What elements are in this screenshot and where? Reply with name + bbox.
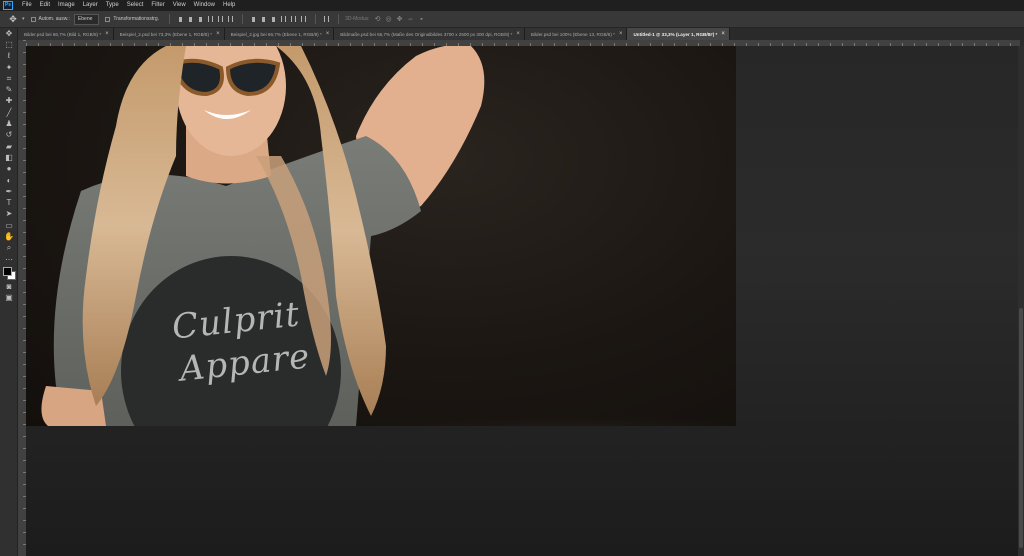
tab-label: Bildmaße.psd bei 66,7% (Maße des Origina… bbox=[340, 31, 513, 37]
divider bbox=[169, 14, 171, 24]
tab-label: Beispiel_2.jpg bei 66,7% (Ebene 1, RGB/8… bbox=[230, 31, 322, 37]
dodge-icon[interactable]: ◐ bbox=[0, 175, 18, 186]
divider bbox=[242, 14, 244, 24]
divider bbox=[315, 14, 317, 24]
align-horizontal-center-icon[interactable] bbox=[216, 15, 224, 24]
auto-select-dropdown[interactable]: Ebene bbox=[73, 13, 100, 25]
distribute-bottom-icon[interactable] bbox=[269, 15, 277, 24]
distribute-left-icon[interactable] bbox=[279, 15, 287, 24]
align-left-icon[interactable] bbox=[206, 15, 214, 24]
transform-controls-label: Transformationsstrg. bbox=[113, 16, 160, 22]
clone-stamp-icon[interactable]: ♟ bbox=[0, 118, 18, 129]
move-icon[interactable]: ✥ bbox=[4, 13, 22, 26]
menu-layer[interactable]: Layer bbox=[79, 0, 102, 11]
blur-icon[interactable]: ● bbox=[0, 164, 18, 175]
brush-icon[interactable]: ╱ bbox=[0, 107, 18, 118]
tools-panel: ✥ ⬚ ℓ ✦ ⌗ ✎ ✚ ╱ ♟ ↺ ▰ ◧ ● ◐ ✒ T ➤ ▭ ✋ ⌕ … bbox=[0, 28, 18, 556]
3d-rotate-icon[interactable]: ⟲ bbox=[374, 15, 382, 23]
history-brush-icon[interactable]: ↺ bbox=[0, 130, 18, 141]
3d-scale-icon[interactable]: ▪ bbox=[418, 15, 426, 23]
gradient-icon[interactable]: ◧ bbox=[0, 152, 18, 163]
foreground-color-swatch[interactable] bbox=[3, 267, 12, 277]
marquee-icon[interactable]: ⬚ bbox=[0, 39, 18, 50]
eyedropper-icon[interactable]: ✎ bbox=[0, 84, 18, 95]
auto-select-label: Autom. ausw.: bbox=[38, 16, 70, 22]
auto-select-checkbox[interactable] bbox=[30, 16, 36, 22]
close-icon[interactable]: × bbox=[721, 31, 725, 37]
photoshop-logo: Ps bbox=[3, 1, 13, 10]
align-vertical-center-icon[interactable] bbox=[186, 15, 194, 24]
auto-align-icon[interactable] bbox=[322, 15, 330, 24]
move-icon[interactable]: ✥ bbox=[0, 28, 18, 39]
scrollbar-thumb[interactable] bbox=[1019, 308, 1023, 548]
3d-mode-label: 3D-Modus: bbox=[345, 16, 370, 22]
close-icon[interactable]: × bbox=[326, 31, 330, 37]
menu-edit[interactable]: Edit bbox=[36, 0, 54, 11]
tab-untitled-1[interactable]: Untitled-1 @ 33,3% (Layer 1, RGB/8#) * × bbox=[627, 28, 730, 40]
tab-label: Bilder.psd bei 100% (Ebene 13, RGB/8) * bbox=[530, 31, 615, 37]
3d-slide-icon[interactable]: ⇔ bbox=[407, 15, 415, 23]
tab-bilder-psd-100[interactable]: Bilder.psd bei 100% (Ebene 13, RGB/8) * … bbox=[524, 28, 628, 40]
zoom-icon[interactable]: ⌕ bbox=[0, 243, 18, 254]
align-top-icon[interactable] bbox=[176, 15, 184, 24]
screen-mode-icon[interactable]: ▣ bbox=[0, 293, 18, 304]
close-icon[interactable]: × bbox=[516, 31, 520, 37]
tab-label: Untitled-1 @ 33,3% (Layer 1, RGB/8#) * bbox=[633, 31, 718, 37]
transform-controls-checkbox[interactable] bbox=[105, 16, 111, 22]
distribute-vertical-center-icon[interactable] bbox=[259, 15, 267, 24]
align-right-icon[interactable] bbox=[226, 15, 234, 24]
color-swatches[interactable] bbox=[0, 265, 18, 281]
options-bar: ✥ ▾ Autom. ausw.: Ebene Transformationss… bbox=[0, 11, 1024, 28]
tab-label: Bilder.psd bei 66,7% (Bild 1, RGB/8) * bbox=[24, 31, 102, 37]
tab-bildmasse-psd[interactable]: Bildmaße.psd bei 66,7% (Maße des Origina… bbox=[334, 28, 525, 40]
menu-select[interactable]: Select bbox=[123, 0, 148, 11]
pen-icon[interactable]: ✒ bbox=[0, 186, 18, 197]
align-bottom-icon[interactable] bbox=[196, 15, 204, 24]
healing-brush-icon[interactable]: ✚ bbox=[0, 96, 18, 107]
menu-help[interactable]: Help bbox=[219, 0, 239, 11]
tab-beispiel-2-jpg[interactable]: Beispiel_2.jpg bei 66,7% (Ebene 1, RGB/8… bbox=[224, 28, 335, 40]
hand-icon[interactable]: ✋ bbox=[0, 231, 18, 242]
crop-icon[interactable]: ⌗ bbox=[0, 73, 18, 84]
3d-roll-icon[interactable]: ◎ bbox=[385, 15, 393, 23]
menu-image[interactable]: Image bbox=[54, 0, 79, 11]
more-tools-icon[interactable]: ⋯ bbox=[0, 254, 18, 265]
menu-type[interactable]: Type bbox=[102, 0, 123, 11]
close-icon[interactable]: × bbox=[619, 31, 623, 37]
distribute-horizontal-center-icon[interactable] bbox=[289, 15, 297, 24]
magic-wand-icon[interactable]: ✦ bbox=[0, 62, 18, 73]
divider bbox=[338, 14, 340, 24]
menu-view[interactable]: View bbox=[169, 0, 190, 11]
tab-beispiel-2-psd[interactable]: Beispiel_2.psd bei 73,3% (Ebene 1, RGB/8… bbox=[113, 28, 225, 40]
auto-select-value: Ebene bbox=[77, 16, 93, 22]
chevron-down-icon[interactable]: ▾ bbox=[22, 16, 25, 22]
type-icon[interactable]: T bbox=[0, 197, 18, 208]
menu-bar: Ps File Edit Image Layer Type Select Fil… bbox=[0, 0, 1024, 11]
document-canvas[interactable]: Culprit Appare bbox=[26, 46, 736, 426]
3d-pan-icon[interactable]: ✥ bbox=[396, 15, 404, 23]
document-tabs: Bilder.psd bei 66,7% (Bild 1, RGB/8) * ×… bbox=[18, 28, 1024, 40]
rectangle-icon[interactable]: ▭ bbox=[0, 220, 18, 231]
quick-mask-icon[interactable]: ◙ bbox=[0, 281, 18, 292]
path-selection-icon[interactable]: ➤ bbox=[0, 209, 18, 220]
menu-window[interactable]: Window bbox=[190, 0, 219, 11]
eraser-icon[interactable]: ▰ bbox=[0, 141, 18, 152]
vertical-scrollbar[interactable] bbox=[1018, 46, 1024, 556]
distribute-top-icon[interactable] bbox=[249, 15, 257, 24]
distribute-right-icon[interactable] bbox=[299, 15, 307, 24]
close-icon[interactable]: × bbox=[216, 31, 220, 37]
close-icon[interactable]: × bbox=[105, 31, 109, 37]
photo-woman-tshirt bbox=[41, 46, 736, 426]
tab-label: Beispiel_2.psd bei 73,3% (Ebene 1, RGB/8… bbox=[119, 31, 213, 37]
lasso-icon[interactable]: ℓ bbox=[0, 51, 18, 62]
shirt-print-text: Culprit Appare bbox=[156, 294, 316, 389]
vertical-ruler[interactable] bbox=[18, 40, 26, 556]
menu-filter[interactable]: Filter bbox=[147, 0, 168, 11]
tab-bilder-psd[interactable]: Bilder.psd bei 66,7% (Bild 1, RGB/8) * × bbox=[18, 28, 114, 40]
menu-file[interactable]: File bbox=[18, 0, 36, 11]
